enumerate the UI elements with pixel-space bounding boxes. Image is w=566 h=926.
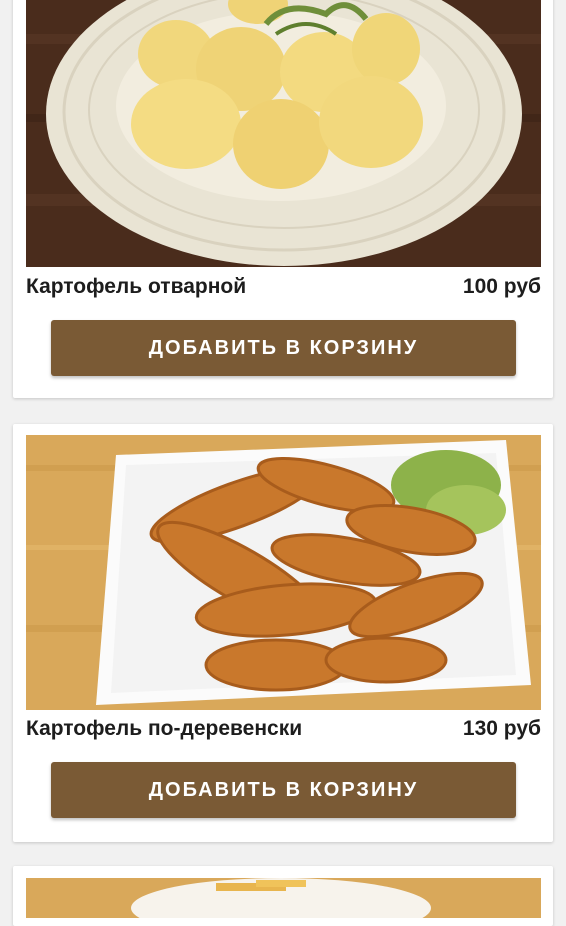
product-name: Картофель по-деревенски: [26, 717, 303, 740]
add-to-cart-button[interactable]: ДОБАВИТЬ В КОРЗИНУ: [51, 762, 516, 818]
product-card: Картофель по-деревенски 130 руб ДОБАВИТЬ…: [13, 424, 553, 842]
product-price: 100 руб: [462, 275, 541, 298]
product-photo-country-potatoes: [26, 435, 541, 710]
product-card: [13, 866, 553, 926]
product-photo-boiled-potatoes: [26, 0, 541, 267]
add-to-cart-button[interactable]: ДОБАВИТЬ В КОРЗИНУ: [51, 320, 516, 376]
product-info: Картофель отварной 100 руб: [26, 272, 541, 302]
product-price: 130 руб: [462, 717, 541, 740]
product-name: Картофель отварной: [26, 275, 247, 298]
product-card: Картофель отварной 100 руб ДОБАВИТЬ В КО…: [13, 0, 553, 398]
product-photo-fries: [26, 878, 541, 918]
product-info: Картофель по-деревенски 130 руб: [26, 714, 541, 744]
